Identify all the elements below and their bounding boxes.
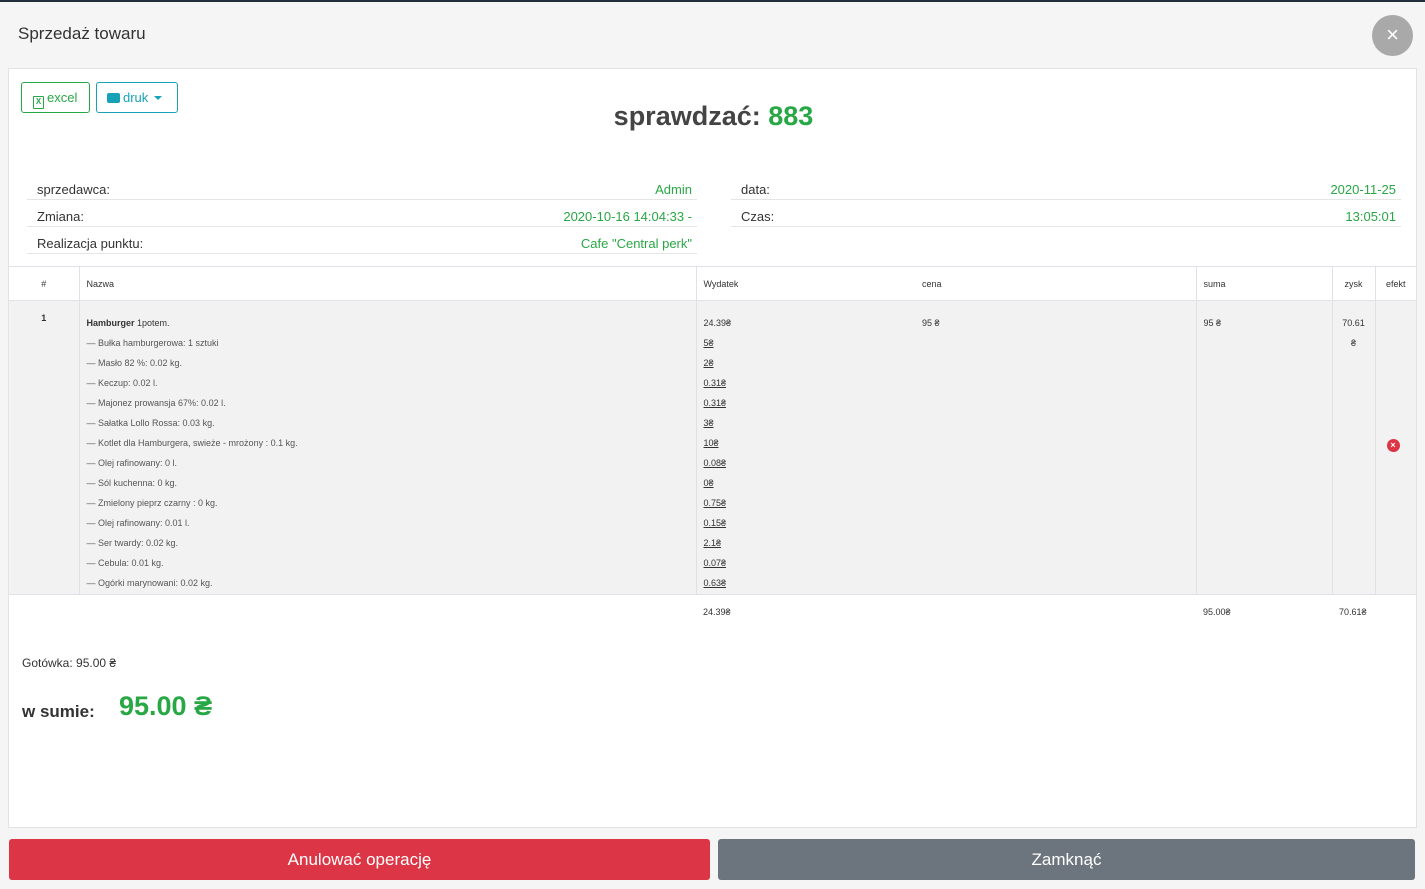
product-cell: Hamburger 1potem. — Bułka hamburgerowa: … — [79, 300, 697, 595]
ingredient-cost-link[interactable]: 3₴ — [704, 418, 714, 428]
remove-icon[interactable]: × — [1386, 439, 1400, 452]
info-label: Czas: — [741, 209, 775, 224]
close-icon[interactable]: × — [1372, 15, 1413, 56]
column-header: Wydatek — [696, 266, 915, 301]
price-cell: 95 ₴ — [915, 300, 1197, 595]
column-header: Nazwa — [79, 266, 697, 301]
info-label: sprzedawca: — [37, 182, 110, 197]
sum-cell: 95 ₴ — [1196, 300, 1333, 595]
info-label: Zmiana: — [37, 209, 84, 224]
column-header: suma — [1196, 266, 1333, 301]
ingredient-cost-link[interactable]: 0.15₴ — [704, 518, 727, 528]
total-value: 95.00 ₴ — [119, 691, 213, 721]
ingredient-cost-link[interactable]: 10₴ — [704, 438, 719, 448]
product-sum: 95 ₴ — [1203, 318, 1222, 328]
ingredient-item: — Sól kuchenna: 0 kg. — [86, 478, 178, 488]
ingredient-item: — Cebula: 0.01 kg. — [86, 558, 164, 568]
info-value: 2020-10-16 14:04:33 - — [563, 209, 692, 224]
ingredient-cost-link[interactable]: 5₴ — [704, 338, 714, 348]
expense-cell: 24.39₴ 5₴ 2₴ 0.31₴ 0.31₴ 3₴ 10₴ 0.08₴ 0₴… — [696, 300, 915, 595]
ingredient-cost-link[interactable]: 0.31₴ — [704, 398, 727, 408]
check-title: sprawdzać: 883 — [9, 101, 1418, 132]
ingredient-item: — Ser twardy: 0.02 kg. — [86, 538, 179, 548]
total-label: w sumie: — [22, 702, 95, 721]
product-line: Hamburger 1potem. — [87, 313, 696, 333]
column-header: # — [9, 266, 80, 301]
items-table: # Nazwa Wydatek cena suma zysk efekt 1 H… — [9, 266, 1416, 625]
ingredient-item: — Ogórki marynowani: 0.02 kg. — [86, 578, 213, 588]
product-expense: 24.39₴ — [703, 318, 732, 328]
info-value: Cafe "Central perk" — [580, 236, 692, 251]
ingredient-cost-link[interactable]: 0.75₴ — [704, 498, 727, 508]
profit-cell: 70.61 ₴ — [1332, 300, 1376, 595]
ingredient-item: — Zmielony pieprz czarny : 0 kg. — [86, 498, 218, 508]
table-header-row: # Nazwa Wydatek cena suma zysk efekt — [9, 266, 1416, 301]
column-header: efekt — [1375, 266, 1416, 301]
info-label: data: — [741, 182, 770, 197]
ingredient-cost-link[interactable]: 0.08₴ — [704, 458, 727, 468]
product-profit: 70.61 — [1342, 318, 1365, 328]
ingredient-cost-link[interactable]: 0.31₴ — [704, 378, 727, 388]
ingredient-item: — Olej rafinowany: 0 l. — [86, 458, 178, 468]
info-time: Czas: 13:05:01 — [731, 200, 1401, 227]
info-value: Admin — [655, 182, 692, 197]
ingredient-cost-link[interactable]: 0₴ — [704, 478, 714, 488]
column-header: cena — [915, 266, 1197, 301]
ingredient-cost-link[interactable]: 2.1₴ — [704, 538, 722, 548]
cancel-operation-button[interactable]: Anulować operację — [9, 839, 710, 880]
check-label: sprawdzać: — [613, 101, 761, 131]
table-row: 1 Hamburger 1potem. — Bułka hamburgerowa… — [9, 300, 1416, 595]
column-header: zysk — [1332, 266, 1376, 301]
totals-row: 24.39₴ 95.00₴ 70.61₴ — [9, 595, 1416, 625]
product-price: 95 ₴ — [922, 318, 940, 328]
ingredient-item: — Kotlet dla Hamburgera, swieże - mrożon… — [86, 438, 298, 448]
receipt-panel: Xexcel druk sprawdzać: 883 sprzedawca: A… — [8, 68, 1417, 828]
total-expense: 24.39₴ — [703, 607, 731, 617]
modal-header: Sprzedaż towaru × — [0, 2, 1425, 68]
info-label: Realizacja punktu: — [37, 236, 144, 251]
info-seller: sprzedawca: Admin — [27, 173, 697, 200]
info-point: Realizacja punktu: Cafe "Central perk" — [27, 227, 697, 254]
product-qty: 1potem. — [137, 318, 170, 328]
product-name: Hamburger — [86, 318, 135, 328]
info-date: data: 2020-11-25 — [731, 173, 1401, 200]
cash-payment: Gotówka: 95.00 ₴ — [22, 656, 117, 670]
effect-cell: × — [1375, 300, 1416, 595]
profit-currency: ₴ — [1350, 338, 1356, 348]
close-button[interactable]: Zamknąć — [718, 839, 1415, 880]
info-shift: Zmiana: 2020-10-16 14:04:33 - — [27, 200, 697, 227]
ingredient-cost-link[interactable]: 0.07₴ — [704, 558, 727, 568]
ingredient-item: — Sałatka Lollo Rossa: 0.03 kg. — [86, 418, 215, 428]
total-profit: 70.61₴ — [1339, 607, 1367, 617]
ingredient-cost-link[interactable]: 0.63₴ — [704, 578, 727, 588]
total-sum: 95.00₴ — [1203, 607, 1231, 617]
ingredient-item: — Olej rafinowany: 0.01 l. — [86, 518, 190, 528]
info-value: 2020-11-25 — [1330, 182, 1396, 197]
ingredient-item: — Masło 82 %: 0.02 kg. — [86, 358, 183, 368]
info-value: 13:05:01 — [1345, 209, 1396, 224]
ingredient-item: — Majonez prowansja 67%: 0.02 l. — [86, 398, 226, 408]
modal-title: Sprzedaż towaru — [18, 24, 146, 43]
ingredient-item: — Bułka hamburgerowa: 1 sztuki — [86, 338, 219, 348]
check-number: 883 — [768, 101, 814, 131]
ingredient-cost-link[interactable]: 2₴ — [704, 358, 714, 368]
row-number: 1 — [9, 300, 80, 595]
caret-down-icon — [154, 96, 163, 100]
ingredient-item: — Keczup: 0.02 l. — [86, 378, 158, 388]
